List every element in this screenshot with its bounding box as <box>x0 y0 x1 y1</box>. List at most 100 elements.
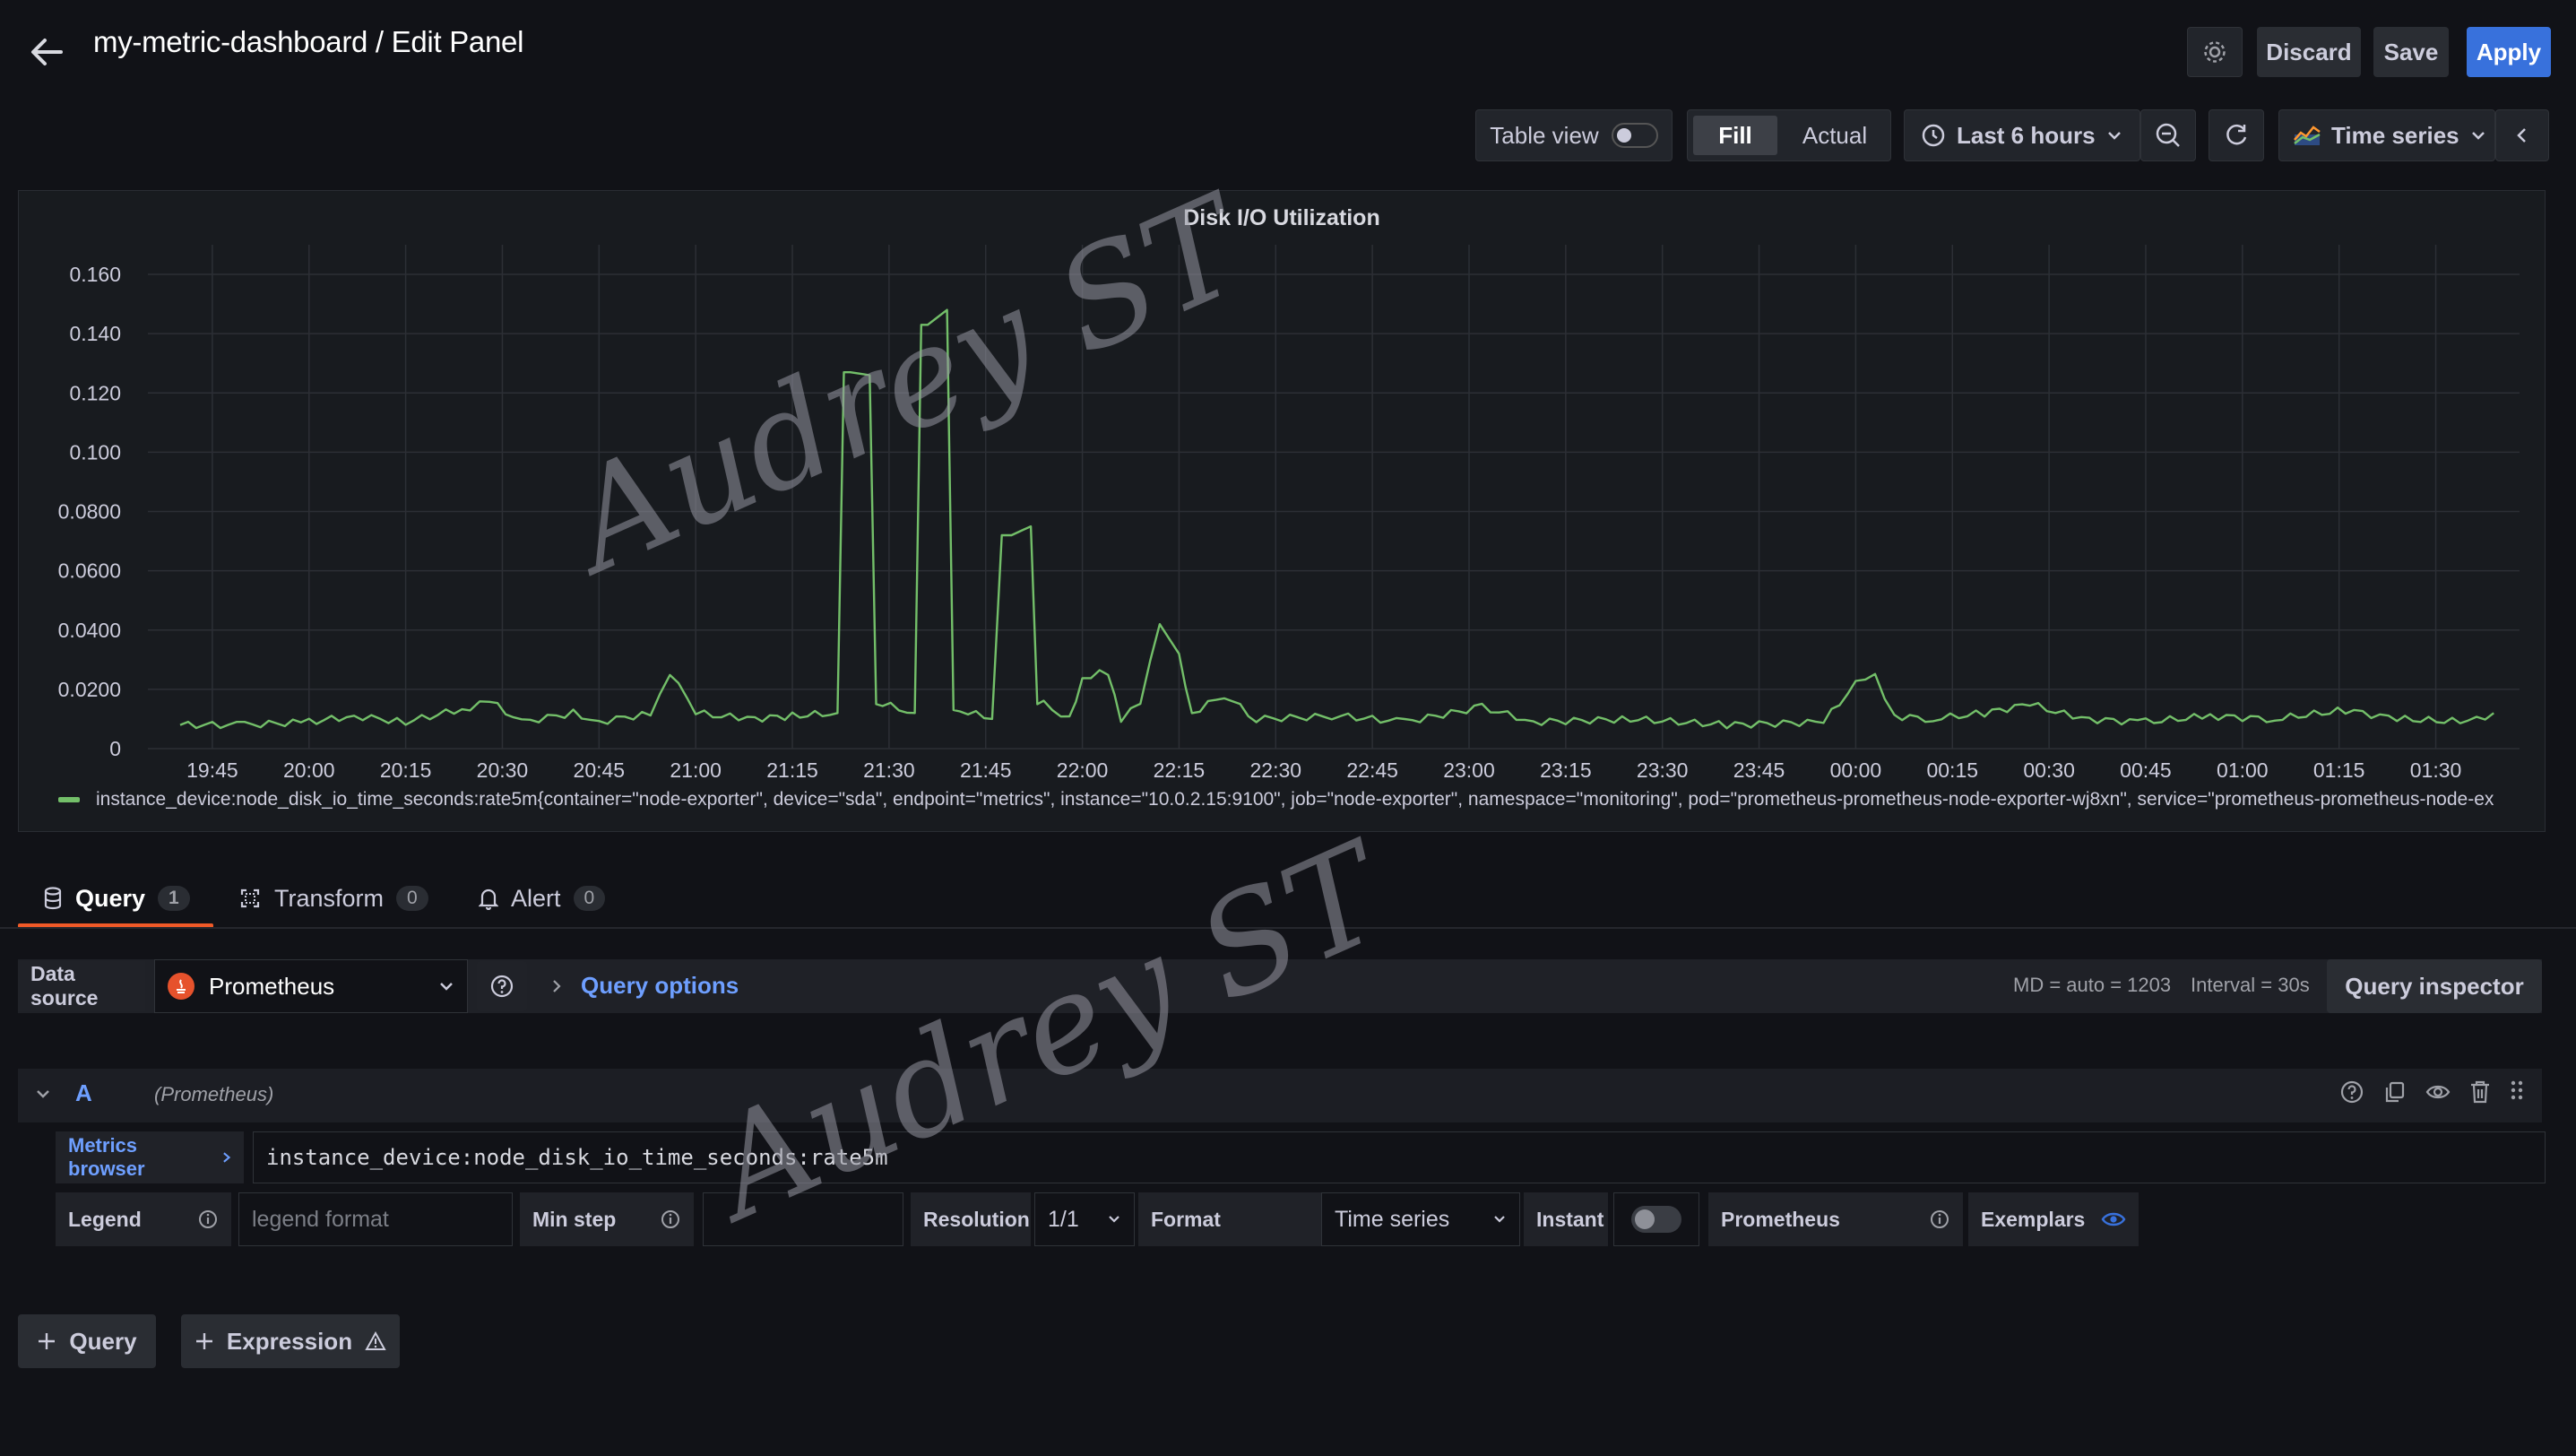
query-inspector-button[interactable]: Query inspector <box>2327 959 2542 1013</box>
refresh-button[interactable] <box>2209 109 2264 161</box>
y-tick-label: 0.0800 <box>58 500 121 524</box>
help-icon[interactable] <box>2339 1079 2364 1105</box>
plus-icon <box>39 1333 56 1349</box>
x-tick-label: 22:15 <box>1154 758 1206 782</box>
query-actions <box>2339 1079 2524 1105</box>
legend-option-label: Legend <box>56 1192 231 1246</box>
min-step-input[interactable] <box>703 1192 903 1246</box>
resolution-value: 1/1 <box>1048 1206 1079 1232</box>
instant-toggle[interactable] <box>1613 1192 1699 1246</box>
table-view-toggle[interactable]: Table view <box>1475 109 1673 161</box>
refresh-icon <box>2226 124 2247 145</box>
datasource-label: Data source <box>18 961 145 1011</box>
info-icon[interactable] <box>660 1209 681 1230</box>
y-tick-label: 0.140 <box>69 322 121 345</box>
resolution-select[interactable]: 1/1 <box>1034 1192 1135 1246</box>
prometheus-icon <box>168 973 194 1000</box>
back-arrow-icon[interactable] <box>25 32 68 72</box>
datasource-picker[interactable]: Prometheus <box>154 959 468 1013</box>
add-expression-button[interactable]: Expression <box>181 1314 400 1368</box>
tab-query[interactable]: Query 1 <box>43 880 190 916</box>
x-tick-label: 22:45 <box>1346 758 1398 782</box>
chevron-right-icon <box>553 979 561 992</box>
visualization-picker[interactable]: Time series <box>2278 109 2495 161</box>
y-tick-label: 0.100 <box>69 440 121 464</box>
chevron-down-icon <box>1109 1216 1119 1223</box>
x-tick-label: 23:30 <box>1637 758 1689 782</box>
watermark: Audrey ST <box>690 815 1406 1249</box>
tab-alert[interactable]: Alert 0 <box>479 880 606 916</box>
panel-settings-button[interactable] <box>2187 27 2243 77</box>
x-tick-label: 00:30 <box>2023 758 2075 782</box>
table-view-label: Table view <box>1490 121 1599 149</box>
add-query-label: Query <box>69 1327 137 1355</box>
eye-icon[interactable] <box>2425 1079 2451 1105</box>
table-view-switch[interactable] <box>1611 123 1658 148</box>
min-step-label: Min step <box>532 1207 617 1231</box>
interval-info: Interval = 30s <box>2191 974 2310 996</box>
tab-transform-count: 0 <box>396 886 428 911</box>
zoom-out-icon <box>2156 123 2180 147</box>
time-range-label: Last 6 hours <box>1957 121 2096 149</box>
x-tick-label: 21:15 <box>766 758 818 782</box>
collapse-query-icon[interactable] <box>32 1083 54 1105</box>
tab-transform-label: Transform <box>274 884 385 912</box>
tab-query-label: Query <box>75 884 146 912</box>
datasource-help-button[interactable] <box>477 961 527 1011</box>
legend-item[interactable]: instance_device:node_disk_io_time_second… <box>58 786 2541 813</box>
chevron-down-icon <box>2107 132 2121 140</box>
actual-option[interactable]: Actual <box>1785 116 1885 155</box>
tab-alert-count: 0 <box>573 886 606 911</box>
fill-option[interactable]: Fill <box>1693 116 1777 155</box>
panel-preview: Disk I/O Utilization 0 0.0200 0.0400 0.0600… <box>18 190 2546 832</box>
chevron-right-icon <box>222 1152 230 1163</box>
legend-label: instance_device:node_disk_io_time_second… <box>96 789 2494 810</box>
help-icon <box>490 975 514 998</box>
metrics-browser-button[interactable]: Metrics browser <box>56 1131 244 1183</box>
x-tick-label: 23:15 <box>1540 758 1592 782</box>
x-tick-label: 01:15 <box>2313 758 2365 782</box>
collapse-options-button[interactable] <box>2495 109 2549 161</box>
chevron-down-icon <box>1494 1216 1505 1223</box>
chevron-left-icon <box>2517 128 2526 143</box>
eye-icon[interactable] <box>2101 1209 2126 1230</box>
zoom-out-button[interactable] <box>2140 109 2196 161</box>
x-tick-label: 20:00 <box>283 758 335 782</box>
drag-handle-icon[interactable] <box>2510 1079 2524 1105</box>
x-tick-label: 21:45 <box>960 758 1012 782</box>
apply-button[interactable]: Apply <box>2467 27 2551 77</box>
legend-format-input[interactable]: legend format <box>238 1192 513 1246</box>
query-options-toggle[interactable]: Query options <box>550 972 739 1000</box>
x-tick-label: 20:30 <box>477 758 529 782</box>
trash-icon[interactable] <box>2468 1079 2492 1105</box>
duplicate-icon[interactable] <box>2382 1079 2407 1105</box>
y-tick-label: 0.120 <box>69 381 121 404</box>
save-button[interactable]: Save <box>2373 27 2449 77</box>
add-query-button[interactable]: Query <box>18 1314 156 1368</box>
tab-transform[interactable]: Transform 0 <box>238 880 428 916</box>
metrics-browser-label: Metrics browser <box>68 1134 145 1180</box>
format-select[interactable]: Time series <box>1321 1192 1520 1246</box>
x-tick-label: 23:45 <box>1733 758 1785 782</box>
query-ref-id[interactable]: A <box>75 1079 92 1107</box>
info-icon[interactable] <box>197 1209 219 1230</box>
query-expression-input[interactable]: instance_device:node_disk_io_time_second… <box>253 1131 2546 1183</box>
instant-label: Instant <box>1524 1192 1608 1246</box>
x-tick-label: 01:00 <box>2217 758 2269 782</box>
x-tick-label: 20:45 <box>574 758 626 782</box>
query-type-label: Prometheus <box>1721 1207 1840 1231</box>
resolution-label: Resolution <box>911 1192 1031 1246</box>
discard-button[interactable]: Discard <box>2257 27 2361 77</box>
format-label: Format <box>1138 1192 1321 1246</box>
time-range-picker[interactable]: Last 6 hours <box>1904 109 2140 161</box>
query-type-option[interactable]: Prometheus <box>1708 1192 1963 1246</box>
series-line <box>179 308 2494 730</box>
query-expression-text: instance_device:node_disk_io_time_second… <box>266 1145 888 1170</box>
query-datasource-hint: (Prometheus) <box>154 1083 274 1105</box>
info-icon[interactable] <box>1929 1209 1950 1230</box>
x-tick-label: 23:00 <box>1443 758 1495 782</box>
y-tick-label: 0 <box>109 737 121 760</box>
exemplars-option[interactable]: Exemplars <box>1968 1192 2139 1246</box>
legend-label: Legend <box>68 1207 142 1231</box>
x-tick-label: 22:30 <box>1250 758 1302 782</box>
